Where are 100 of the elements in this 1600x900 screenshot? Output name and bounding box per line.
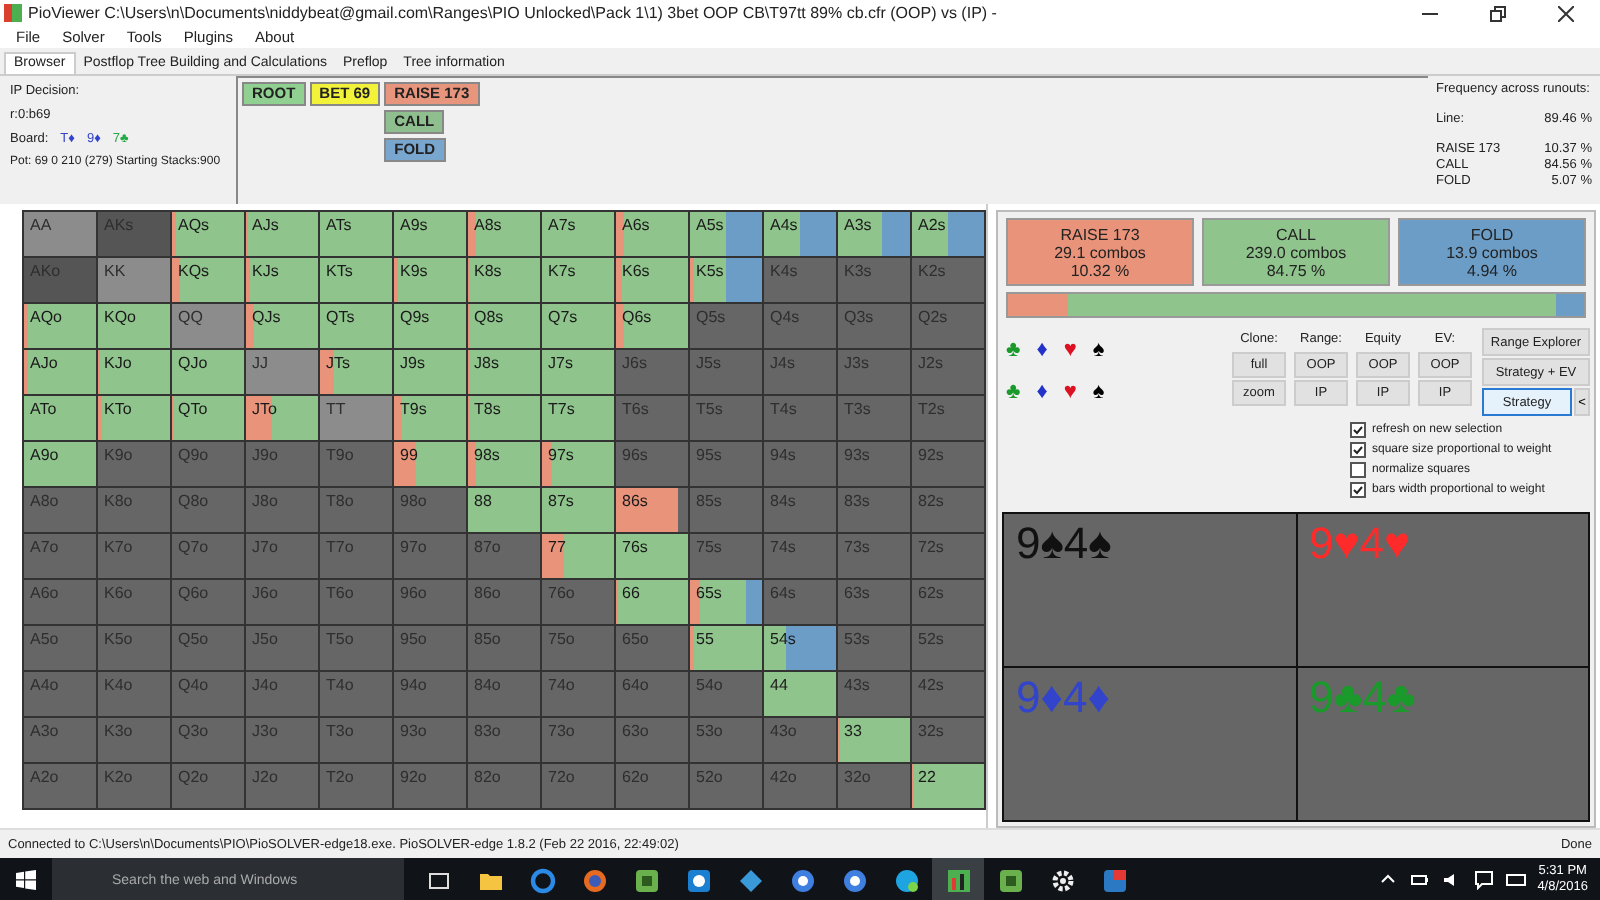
hand-cell[interactable]: 86o	[468, 580, 540, 624]
hand-cell[interactable]: K7s	[542, 258, 614, 302]
hand-cell[interactable]: A5o	[24, 626, 96, 670]
hand-cell[interactable]: J9s	[394, 350, 466, 394]
hand-cell[interactable]: 99	[394, 442, 466, 486]
hand-cell[interactable]: T9s	[394, 396, 466, 440]
hand-cell[interactable]: K3o	[98, 718, 170, 762]
hand-cell[interactable]: A8s	[468, 212, 540, 256]
hand-cell[interactable]: T6s	[616, 396, 688, 440]
battery-icon[interactable]	[1409, 870, 1430, 890]
suit-filter[interactable]: ♦	[1036, 340, 1048, 362]
suit-filter[interactable]: ♥	[1063, 340, 1077, 362]
hand-cell[interactable]: K6o	[98, 580, 170, 624]
hand-cell[interactable]: QQ	[172, 304, 244, 348]
hand-cell[interactable]: A5s	[690, 212, 762, 256]
hand-cell[interactable]: Q2s	[912, 304, 984, 348]
hand-cell[interactable]: Q5o	[172, 626, 244, 670]
hand-cell[interactable]: KTo	[98, 396, 170, 440]
hand-cell[interactable]: A4s	[764, 212, 836, 256]
hand-cell[interactable]: 73o	[542, 718, 614, 762]
hand-cell[interactable]: K3s	[838, 258, 910, 302]
hand-cell[interactable]: KJo	[98, 350, 170, 394]
hand-cell[interactable]: 53o	[690, 718, 762, 762]
suit-filter[interactable]: ♣	[1006, 340, 1021, 362]
hand-cell[interactable]: T6o	[320, 580, 392, 624]
hand-cell[interactable]: KJs	[246, 258, 318, 302]
hand-cell[interactable]: J7o	[246, 534, 318, 578]
hand-cell[interactable]: K2s	[912, 258, 984, 302]
hand-cell[interactable]: T7o	[320, 534, 392, 578]
hand-cell[interactable]: 96o	[394, 580, 466, 624]
hand-cell[interactable]: 43o	[764, 718, 836, 762]
hand-cell[interactable]: T2o	[320, 764, 392, 808]
hand-cell[interactable]: T4o	[320, 672, 392, 716]
hand-cell[interactable]: 76o	[542, 580, 614, 624]
hand-cell[interactable]: ATo	[24, 396, 96, 440]
hand-cell[interactable]: Q6o	[172, 580, 244, 624]
hand-cell[interactable]: T2s	[912, 396, 984, 440]
hand-cell[interactable]: J8o	[246, 488, 318, 532]
hand-cell[interactable]: 92s	[912, 442, 984, 486]
hand-cell[interactable]: K4s	[764, 258, 836, 302]
hand-cell[interactable]: A3s	[838, 212, 910, 256]
hand-cell[interactable]: A9s	[394, 212, 466, 256]
hand-cell[interactable]: J3s	[838, 350, 910, 394]
hand-cell[interactable]: 95o	[394, 626, 466, 670]
hand-cell[interactable]: 64o	[616, 672, 688, 716]
hand-cell[interactable]: 84s	[764, 488, 836, 532]
keyboard-icon[interactable]	[1505, 870, 1526, 890]
hand-cell[interactable]: Q9s	[394, 304, 466, 348]
hand-cell[interactable]: 84o	[468, 672, 540, 716]
hand-cell[interactable]: T8s	[468, 396, 540, 440]
hand-cell[interactable]: Q7s	[542, 304, 614, 348]
hand-cell[interactable]: 83s	[838, 488, 910, 532]
hand-cell[interactable]: 55	[690, 626, 762, 670]
hand-cell[interactable]: T5o	[320, 626, 392, 670]
hand-cell[interactable]: Q8o	[172, 488, 244, 532]
hand-cell[interactable]: Q9o	[172, 442, 244, 486]
hand-cell[interactable]: 62s	[912, 580, 984, 624]
suit-filter[interactable]: ♦	[1036, 382, 1048, 404]
hand-cell[interactable]: T5s	[690, 396, 762, 440]
hand-cell[interactable]: T3s	[838, 396, 910, 440]
message-icon[interactable]	[1473, 870, 1494, 890]
hand-cell[interactable]: A7o	[24, 534, 96, 578]
hand-cell[interactable]: 33	[838, 718, 910, 762]
hand-cell[interactable]: 73s	[838, 534, 910, 578]
hand-cell[interactable]: J9o	[246, 442, 318, 486]
hand-cell[interactable]: J2s	[912, 350, 984, 394]
hand-cell[interactable]: K4o	[98, 672, 170, 716]
suit-filter[interactable]: ♠	[1092, 340, 1105, 362]
hand-cell[interactable]: J3o	[246, 718, 318, 762]
hand-cell[interactable]: 65o	[616, 626, 688, 670]
hand-cell[interactable]: 83o	[468, 718, 540, 762]
hand-cell[interactable]: KK	[98, 258, 170, 302]
hand-cell[interactable]: 76s	[616, 534, 688, 578]
hand-cell[interactable]: J5s	[690, 350, 762, 394]
hand-cell[interactable]: K2o	[98, 764, 170, 808]
hand-cell[interactable]: K5o	[98, 626, 170, 670]
hand-cell[interactable]: 54s	[764, 626, 836, 670]
hand-cell[interactable]: 86s	[616, 488, 688, 532]
hand-cell[interactable]: A4o	[24, 672, 96, 716]
hand-cell[interactable]: 98s	[468, 442, 540, 486]
hand-cell[interactable]: 32s	[912, 718, 984, 762]
hand-cell[interactable]: 63o	[616, 718, 688, 762]
hand-cell[interactable]: AQs	[172, 212, 244, 256]
start-icon[interactable]	[16, 870, 36, 890]
hand-cell[interactable]: J4o	[246, 672, 318, 716]
hand-cell[interactable]: Q7o	[172, 534, 244, 578]
hand-cell[interactable]: 44	[764, 672, 836, 716]
hand-cell[interactable]: 66	[616, 580, 688, 624]
hand-cell[interactable]: K8o	[98, 488, 170, 532]
hand-cell[interactable]: 64s	[764, 580, 836, 624]
hand-cell[interactable]: 93o	[394, 718, 466, 762]
hand-cell[interactable]: AQo	[24, 304, 96, 348]
hand-cell[interactable]: 88	[468, 488, 540, 532]
hand-cell[interactable]: 32o	[838, 764, 910, 808]
hand-cell[interactable]: 94o	[394, 672, 466, 716]
hand-cell[interactable]: 63s	[838, 580, 910, 624]
hand-cell[interactable]: Q3s	[838, 304, 910, 348]
hand-cell[interactable]: 52o	[690, 764, 762, 808]
hand-cell[interactable]: 82o	[468, 764, 540, 808]
hand-cell[interactable]: 97o	[394, 534, 466, 578]
